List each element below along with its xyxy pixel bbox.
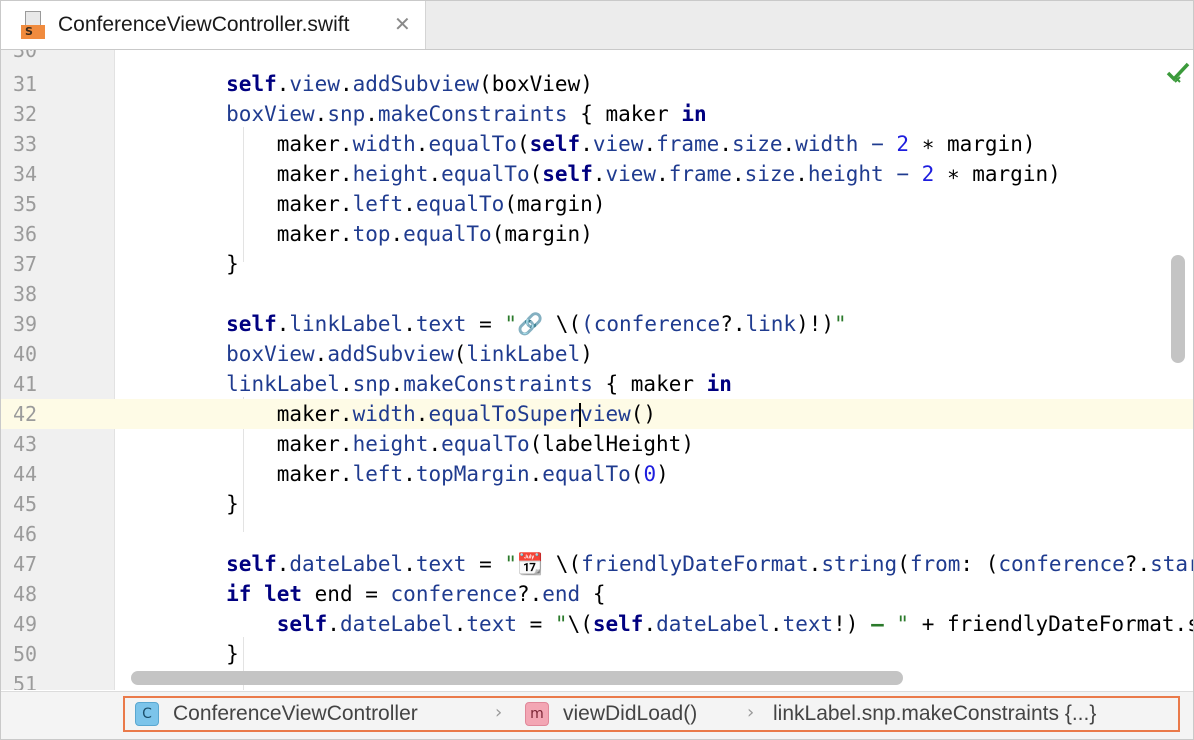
line-number: 33 <box>13 132 38 156</box>
code-line[interactable]: 38 <box>1 279 1193 309</box>
line-number: 39 <box>13 312 38 336</box>
line-number: 50 <box>13 642 38 666</box>
line-number: 44 <box>13 462 38 486</box>
code-line[interactable]: 43 maker.height.equalTo(labelHeight) <box>1 429 1193 459</box>
code-line[interactable]: 37 } <box>1 249 1193 279</box>
line-number: 51 <box>13 672 38 690</box>
swift-file-icon: S <box>21 11 45 41</box>
code-line[interactable]: 35 maker.left.equalTo(margin) <box>1 189 1193 219</box>
code-text: boxView.snp.makeConstraints { maker in <box>226 102 707 126</box>
code-line[interactable]: 50 } <box>1 639 1193 669</box>
class-icon: C <box>135 702 159 726</box>
code-text: maker.left.equalTo(margin) <box>125 192 606 216</box>
breadcrumb: C ConferenceViewController › m viewDidLo… <box>123 696 1180 732</box>
tab-title: ConferenceViewController.swift <box>58 13 350 36</box>
horizontal-scrollbar[interactable] <box>131 671 903 685</box>
code-text: if let end = conference?.end { <box>226 582 606 606</box>
code-text: self.dateLabel.text = "📆 \(friendlyDateF… <box>226 552 1193 576</box>
line-number: 35 <box>13 192 38 216</box>
code-text: maker.height.equalTo(self.view.frame.siz… <box>125 162 1061 186</box>
check-mark-icon[interactable] <box>1166 60 1192 86</box>
tab-bar: S ConferenceViewController.swift ✕ <box>1 1 1193 50</box>
code-line[interactable]: 33 maker.width.equalTo(self.view.frame.s… <box>1 129 1193 159</box>
code-text: maker.top.equalTo(margin) <box>125 222 593 246</box>
breadcrumb-method[interactable]: m viewDidLoad() <box>525 698 697 730</box>
breadcrumb-label: linkLabel.snp.makeConstraints {...} <box>773 702 1097 725</box>
code-line[interactable]: 48 if let end = conference?.end { <box>1 579 1193 609</box>
line-number: 32 <box>13 102 38 126</box>
line-number: 40 <box>13 342 38 366</box>
code-text: } <box>125 492 239 516</box>
line-number: 42 <box>1 399 114 429</box>
breadcrumb-bar: C ConferenceViewController › m viewDidLo… <box>1 691 1193 739</box>
code-text: } <box>125 252 239 276</box>
code-line[interactable]: 44 maker.left.topMargin.equalTo(0) <box>1 459 1193 489</box>
editor-window: S ConferenceViewController.swift ✕ 30 31… <box>0 0 1194 740</box>
code-text: linkLabel.snp.makeConstraints { maker in <box>226 372 732 396</box>
breadcrumb-closure[interactable]: linkLabel.snp.makeConstraints {...} <box>773 698 1096 730</box>
breadcrumb-label: viewDidLoad() <box>563 702 698 725</box>
line-number: 47 <box>13 552 38 576</box>
code-line[interactable]: 45 } <box>1 489 1193 519</box>
breadcrumb-class[interactable]: C ConferenceViewController <box>135 698 418 730</box>
code-text: boxView.addSubview(linkLabel) <box>226 342 593 366</box>
breadcrumb-label: ConferenceViewController <box>173 702 418 725</box>
code-text: maker.left.topMargin.equalTo(0) <box>125 462 669 486</box>
line-number: 46 <box>13 522 38 546</box>
chevron-right-icon: › <box>495 702 503 723</box>
code-line[interactable]: 30 <box>1 50 1193 65</box>
code-line[interactable]: 40 boxView.addSubview(linkLabel) <box>1 339 1193 369</box>
code-line[interactable]: 34 maker.height.equalTo(self.view.frame.… <box>1 159 1193 189</box>
line-number: 48 <box>13 582 38 606</box>
code-text: } <box>125 642 239 666</box>
code-line[interactable]: 32 boxView.snp.makeConstraints { maker i… <box>1 99 1193 129</box>
line-number: 49 <box>13 612 38 636</box>
code-line[interactable]: 41 linkLabel.snp.makeConstraints { maker… <box>1 369 1193 399</box>
chevron-right-icon: › <box>747 702 755 723</box>
code-line[interactable]: 49 self.dateLabel.text = "\(self.dateLab… <box>1 609 1193 639</box>
line-number: 43 <box>13 432 38 456</box>
code-line[interactable]: 36 maker.top.equalTo(margin) <box>1 219 1193 249</box>
code-text: self.view.addSubview(boxView) <box>226 72 593 96</box>
code-line[interactable]: 31 self.view.addSubview(boxView) <box>1 69 1193 99</box>
code-line-current[interactable]: 42 maker.width.equalToSuperview() <box>1 399 1193 429</box>
code-line[interactable]: 47 self.dateLabel.text = "📆 \(friendlyDa… <box>1 549 1193 579</box>
line-number: 36 <box>13 222 38 246</box>
close-icon[interactable]: ✕ <box>394 12 411 36</box>
code-text: self.linkLabel.text = "🔗 \((conference?.… <box>226 312 847 336</box>
line-number: 41 <box>13 372 38 396</box>
method-icon: m <box>525 702 549 726</box>
code-line[interactable]: 46 <box>1 519 1193 549</box>
code-editor[interactable]: 30 31 self.view.addSubview(boxView) 32 b… <box>1 50 1193 690</box>
line-number: 45 <box>13 492 38 516</box>
line-number: 31 <box>13 72 38 96</box>
code-text: maker.height.equalTo(labelHeight) <box>125 432 694 456</box>
line-number: 30 <box>13 50 38 62</box>
line-number: 37 <box>13 252 38 276</box>
code-text: maker.width.equalToSuperview() <box>125 402 657 427</box>
tab-conference-view-controller[interactable]: S ConferenceViewController.swift ✕ <box>1 1 426 49</box>
line-number: 34 <box>13 162 38 186</box>
vertical-scrollbar[interactable] <box>1171 255 1185 363</box>
line-number: 38 <box>13 282 38 306</box>
code-line[interactable]: 39 self.linkLabel.text = "🔗 \((conferenc… <box>1 309 1193 339</box>
code-text: self.dateLabel.text = "\(self.dateLabel.… <box>276 612 1193 636</box>
code-text: maker.width.equalTo(self.view.frame.size… <box>125 132 1036 156</box>
